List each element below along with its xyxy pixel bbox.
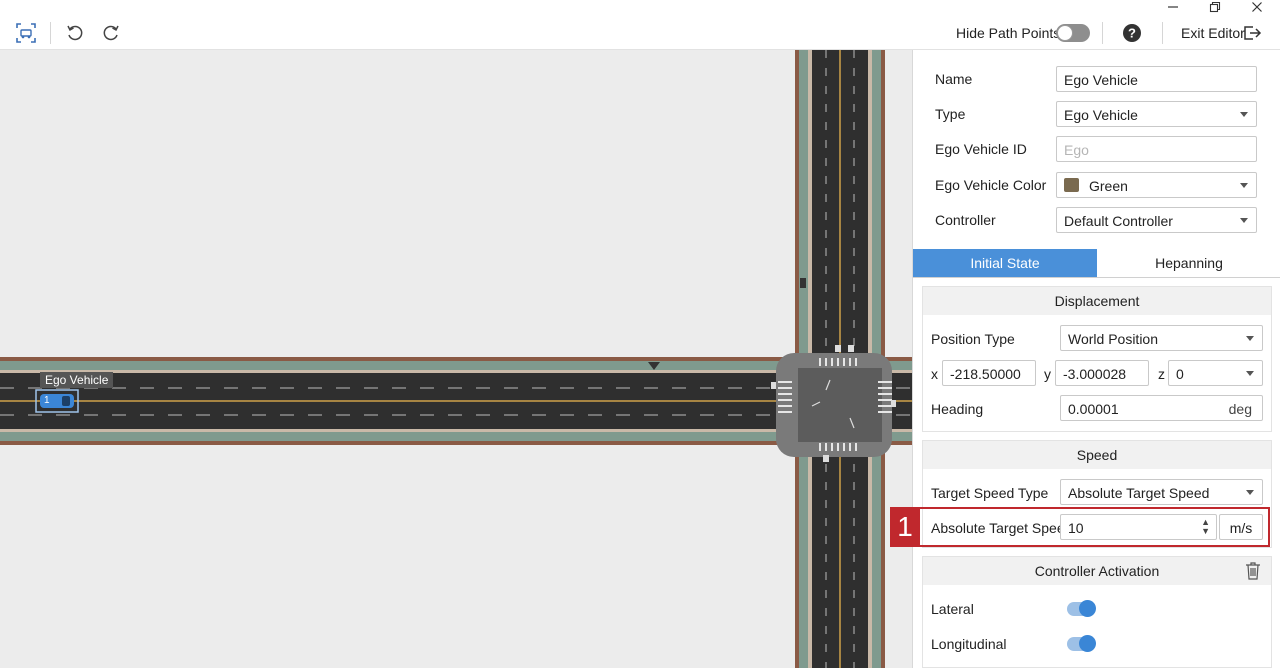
y-label: y: [1044, 366, 1051, 382]
svg-text:?: ?: [1128, 26, 1136, 41]
target-speed-type-dropdown[interactable]: Absolute Target Speed: [1060, 479, 1263, 505]
vehicle-marker-number: 1: [44, 395, 50, 406]
undo-icon[interactable]: [64, 22, 86, 44]
restore-button[interactable]: [1203, 0, 1227, 14]
z-value: 0: [1176, 366, 1184, 382]
heading-value: 0.00001: [1068, 401, 1119, 417]
chevron-down-icon: [1246, 490, 1254, 495]
chevron-down-icon: [1246, 371, 1254, 376]
hide-path-points-toggle[interactable]: [1056, 24, 1090, 42]
hide-path-points-label: Hide Path Points: [956, 25, 1061, 41]
type-value: Ego Vehicle: [1064, 107, 1138, 123]
top-toolbar: Hide Path Points ? Exit Editor: [0, 0, 1280, 50]
toggle-knob: [1079, 635, 1096, 652]
toolbar-divider: [1162, 22, 1163, 44]
position-type-label: Position Type: [931, 331, 1015, 347]
chevron-down-icon: [1240, 218, 1248, 223]
close-button[interactable]: [1245, 0, 1269, 14]
exit-editor-button[interactable]: Exit Editor: [1181, 25, 1245, 41]
name-label: Name: [935, 71, 973, 87]
controller-value: Default Controller: [1064, 213, 1173, 229]
properties-panel: Name Ego Vehicle Type Ego Vehicle Ego Ve…: [912, 50, 1280, 668]
redo-icon[interactable]: [100, 22, 122, 44]
y-field[interactable]: -3.000028: [1055, 360, 1149, 386]
controller-dropdown[interactable]: Default Controller: [1056, 207, 1257, 233]
heading-unit: deg: [1228, 401, 1252, 417]
controller-label: Controller: [935, 212, 996, 228]
minimize-button[interactable]: [1161, 0, 1185, 14]
chevron-down-icon: [1240, 183, 1248, 188]
traffic-sign: [800, 278, 806, 288]
position-type-value: World Position: [1068, 331, 1159, 347]
traffic-light: [891, 400, 896, 407]
z-label: z: [1158, 366, 1165, 382]
color-value: Green: [1089, 178, 1128, 194]
panel-tabs: Initial State Hepanning: [913, 249, 1280, 278]
z-dropdown[interactable]: 0: [1168, 360, 1263, 386]
chevron-down-icon: [1240, 112, 1248, 117]
road-network: [0, 50, 912, 668]
chevron-down-icon: [1246, 336, 1254, 341]
lateral-label: Lateral: [931, 601, 974, 617]
controller-activation-title: Controller Activation: [923, 557, 1271, 585]
x-field[interactable]: -218.50000: [942, 360, 1036, 386]
toggle-knob: [1057, 25, 1073, 41]
longitudinal-label: Longitudinal: [931, 636, 1007, 652]
tab-initial-state[interactable]: Initial State: [913, 249, 1097, 277]
exit-icon[interactable]: [1241, 22, 1263, 44]
type-label: Type: [935, 106, 966, 122]
type-dropdown[interactable]: Ego Vehicle: [1056, 101, 1257, 127]
callout-highlight: [918, 507, 1270, 547]
lateral-toggle[interactable]: [1067, 600, 1096, 617]
traffic-light: [835, 345, 841, 352]
map-canvas[interactable]: Ego Vehicle 1: [0, 50, 912, 668]
ego-vehicle-color-dropdown[interactable]: Green: [1056, 172, 1257, 198]
heading-field[interactable]: 0.00001 deg: [1060, 395, 1263, 421]
name-field[interactable]: Ego Vehicle: [1056, 66, 1257, 92]
callout-number: 1: [890, 507, 920, 547]
position-type-dropdown[interactable]: World Position: [1060, 325, 1263, 351]
longitudinal-toggle[interactable]: [1067, 635, 1096, 652]
toggle-knob: [1079, 600, 1096, 617]
toolbar-divider: [50, 22, 51, 44]
traffic-light: [771, 382, 776, 389]
controller-activation-section: Controller Activation Lateral Longitudin…: [922, 556, 1272, 668]
target-speed-type-label: Target Speed Type: [931, 485, 1049, 501]
heading-label: Heading: [931, 401, 984, 417]
x-label: x: [931, 366, 938, 382]
ego-vehicle-id-field[interactable]: Ego: [1056, 136, 1257, 162]
target-speed-type-value: Absolute Target Speed: [1068, 485, 1210, 501]
ego-vehicle-id-label: Ego Vehicle ID: [935, 141, 1027, 157]
help-icon[interactable]: ?: [1121, 22, 1143, 44]
fit-view-icon[interactable]: [15, 22, 37, 44]
displacement-section: Displacement Position Type World Positio…: [922, 286, 1272, 432]
tab-planning[interactable]: Hepanning: [1097, 249, 1280, 277]
color-swatch: [1064, 178, 1079, 192]
speed-title: Speed: [923, 441, 1271, 469]
displacement-title: Displacement: [923, 287, 1271, 315]
toolbar-divider: [1102, 22, 1103, 44]
vehicle-label: Ego Vehicle: [40, 372, 114, 388]
intersection-core: [798, 368, 882, 442]
trash-icon[interactable]: [1245, 562, 1261, 583]
traffic-light: [848, 345, 854, 352]
vehicle-windshield: [62, 396, 70, 406]
ego-vehicle-color-label: Ego Vehicle Color: [935, 177, 1047, 193]
traffic-light: [823, 455, 829, 462]
